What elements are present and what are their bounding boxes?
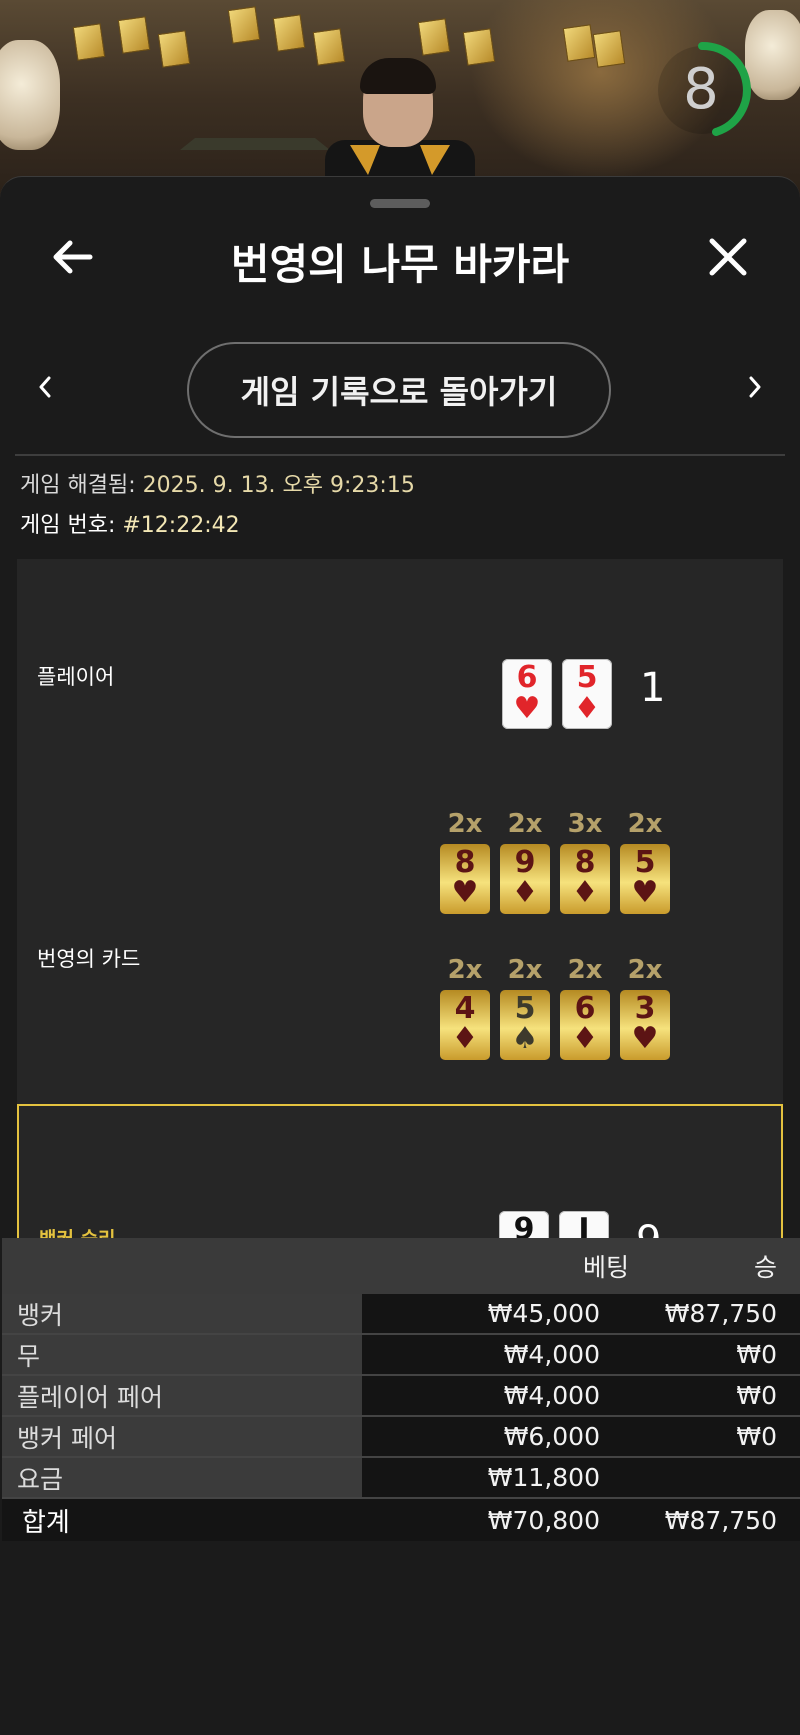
game-number-line: 게임 번호: #12:22:42 (20, 507, 240, 539)
table-row: 뱅커 페어 ₩6,000 ₩0 (2, 1417, 800, 1458)
player-score: 1 (640, 665, 666, 711)
prosperity-card: 3 ♥ (620, 990, 670, 1060)
prosperity-card: 8 ♥ (440, 844, 490, 914)
gold-tile (227, 6, 261, 44)
prosperity-card: 6 ♦ (560, 990, 610, 1060)
game-number-value: #12:22:42 (122, 513, 240, 538)
game-resolved-line: 게임 해결됨: 2025. 9. 13. 오후 9:23:15 (20, 467, 415, 499)
prosperity-card: 8 ♦ (560, 844, 610, 914)
column-header-bet: 베팅 (582, 1253, 629, 1282)
page-title: 번영의 나무 바카라 (230, 240, 570, 289)
gold-tile (462, 28, 496, 66)
table-row: 무 ₩4,000 ₩0 (2, 1335, 800, 1376)
lantern-left (0, 40, 60, 150)
divider (15, 454, 785, 456)
table-row: 요금 ₩11,800 (2, 1458, 800, 1499)
gold-tile (312, 28, 346, 66)
resolved-label: 게임 해결됨: (20, 473, 136, 498)
prev-game-button[interactable] (30, 372, 60, 402)
resolved-timestamp: 2025. 9. 13. 오후 9:23:15 (142, 473, 415, 498)
column-header-win: 승 (753, 1253, 777, 1282)
multiplier-badge: 2x (507, 809, 543, 839)
pagoda-roof (180, 138, 330, 150)
prosperity-card: 5 ♠ (500, 990, 550, 1060)
prosperity-label: 번영의 카드 (37, 947, 141, 971)
player-card: 6 ♥ (502, 659, 552, 729)
gold-tile (157, 30, 191, 68)
prosperity-card: 9 ♦ (500, 844, 550, 914)
player-label: 플레이어 (37, 665, 115, 689)
gold-tile (272, 14, 306, 52)
gold-tile (72, 23, 106, 61)
multiplier-badge: 2x (447, 955, 483, 985)
gold-tile (562, 24, 596, 62)
game-number-label: 게임 번호: (20, 513, 116, 538)
gold-tile (592, 30, 626, 68)
table-header: 베팅 승 (2, 1238, 800, 1294)
chevron-right-icon (749, 376, 761, 398)
multiplier-badge: 2x (507, 955, 543, 985)
prosperity-card: 5 ♥ (620, 844, 670, 914)
table-total-row: 합계 ₩70,800 ₩87,750 (2, 1499, 800, 1541)
table-row: 뱅커 ₩45,000 ₩87,750 (2, 1294, 800, 1335)
gold-tile (417, 18, 451, 56)
chevron-left-icon (39, 376, 51, 398)
prosperity-card: 4 ♦ (440, 990, 490, 1060)
gold-tile (117, 16, 151, 54)
multiplier-badge: 2x (567, 955, 603, 985)
close-icon (709, 238, 747, 276)
player-card: 5 ♦ (562, 659, 612, 729)
multiplier-badge: 2x (627, 955, 663, 985)
table-row: 플레이어 페어 ₩4,000 ₩0 (2, 1376, 800, 1417)
bets-table: 베팅 승 뱅커 ₩45,000 ₩87,750 무 ₩4,000 ₩0 플레이어… (2, 1238, 800, 1541)
close-button[interactable] (698, 227, 758, 287)
dealer-hair (360, 58, 436, 94)
back-to-history-button[interactable]: 게임 기록으로 돌아가기 (187, 342, 611, 438)
countdown-timer: 8 (683, 57, 719, 122)
multiplier-badge: 2x (627, 809, 663, 839)
drag-handle[interactable] (370, 199, 430, 208)
next-game-button[interactable] (740, 372, 770, 402)
multiplier-badge: 2x (447, 809, 483, 839)
multiplier-badge: 3x (567, 809, 603, 839)
